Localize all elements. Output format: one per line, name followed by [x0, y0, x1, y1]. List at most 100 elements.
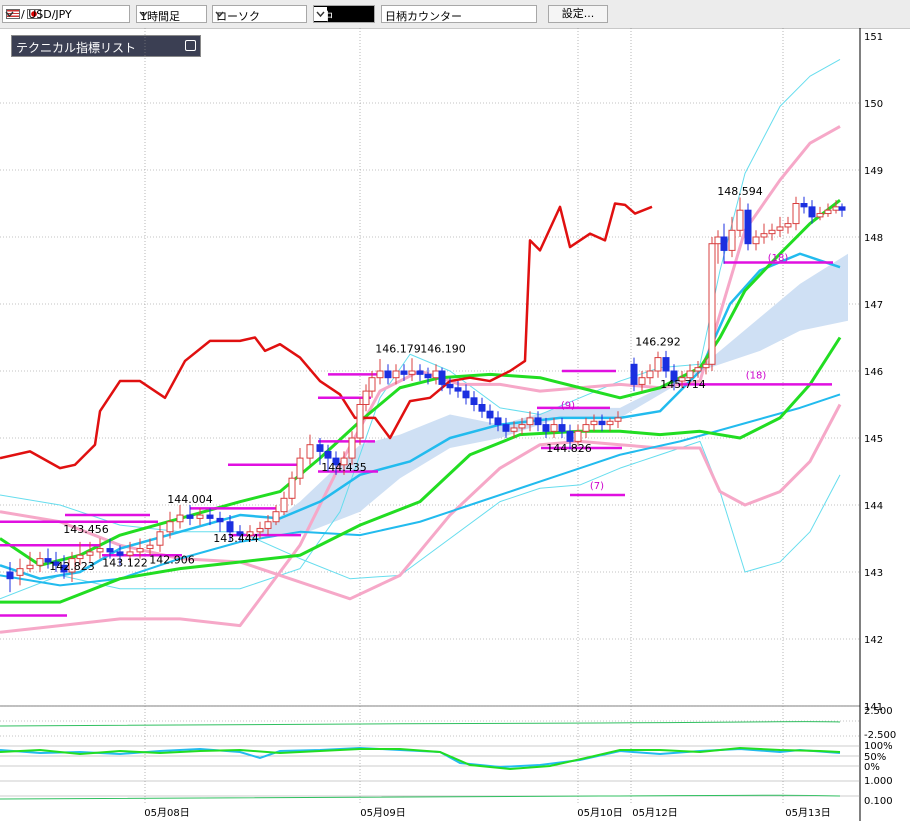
osc-axis-label: 0%: [864, 762, 880, 773]
price-label: 144.435: [321, 461, 367, 474]
x-tick-label: 05月13日: [785, 807, 830, 819]
candle-up: [306, 444, 314, 459]
candle-down: [446, 383, 454, 389]
price-chart[interactable]: 14114214314414514614714814915015105月08日 0…: [0, 0, 910, 821]
candle-up: [86, 551, 94, 556]
candle-up: [550, 424, 558, 432]
candle-down: [744, 209, 752, 245]
candle-up: [654, 357, 662, 372]
candle-up: [280, 497, 288, 513]
candle-down: [502, 424, 510, 432]
count-label: (7): [590, 481, 604, 492]
candle-down: [186, 514, 194, 519]
y-tick-label: 146: [864, 367, 883, 378]
price-label: 146.190: [420, 342, 466, 355]
candle-down: [598, 420, 606, 426]
candle-up: [288, 477, 296, 499]
candle-up: [832, 206, 840, 211]
candle-up: [590, 420, 598, 426]
candle-up: [96, 548, 104, 553]
candle-down: [494, 417, 502, 426]
price-label: 146.292: [635, 336, 681, 349]
y-tick-label: 148: [864, 233, 883, 244]
price-label: 144.004: [167, 493, 213, 506]
candle-up: [196, 514, 204, 519]
candle-down: [534, 417, 542, 426]
candle-down: [438, 370, 446, 385]
osc-axis-label: -2.500: [864, 730, 896, 741]
candle-up: [728, 229, 736, 251]
candle-up: [776, 226, 784, 231]
candle-up: [646, 370, 654, 379]
candle-down: [566, 430, 574, 442]
candle-down: [106, 548, 114, 553]
y-tick-label: 142: [864, 635, 883, 646]
candle-up: [432, 370, 440, 379]
count-label: (9): [561, 401, 575, 412]
candle-up: [126, 551, 134, 556]
osc-axis-label: 2.500: [864, 706, 893, 717]
candle-up: [368, 377, 376, 392]
price-label: 144.826: [546, 442, 592, 455]
candle-down: [316, 444, 324, 452]
x-tick-label: 05月09日: [360, 807, 405, 819]
candle-up: [272, 511, 280, 523]
osc-axis-label: 1.000: [864, 776, 893, 787]
candle-up: [264, 521, 272, 529]
price-label: 143.122: [102, 557, 148, 570]
ichimoku-cloud: [255, 253, 848, 536]
price-label: 143.456: [63, 523, 109, 536]
price-label: 142.906: [149, 553, 195, 566]
candle-down: [416, 370, 424, 375]
candle-up: [176, 514, 184, 523]
candle-up: [26, 564, 34, 570]
price-label: 142.823: [49, 560, 95, 573]
candle-up: [792, 203, 800, 225]
candle-up: [708, 243, 716, 365]
candle-up: [16, 568, 24, 576]
candle-up: [760, 233, 768, 238]
candle-down: [226, 521, 234, 533]
candle-up: [824, 209, 832, 215]
candle-up: [510, 427, 518, 432]
candle-down: [630, 363, 638, 385]
price-label: 143.444: [213, 532, 259, 545]
candle-down: [400, 370, 408, 375]
candle-up: [784, 223, 792, 228]
candle-down: [216, 517, 224, 523]
candle-up: [518, 424, 526, 429]
candle-up: [752, 236, 760, 245]
x-tick-label: 05月10日: [577, 807, 622, 819]
candle-down: [424, 373, 432, 379]
y-tick-label: 144: [864, 501, 883, 512]
candle-down: [478, 404, 486, 412]
candle-up: [392, 370, 400, 379]
candle-up: [36, 558, 44, 566]
candle-up: [574, 430, 582, 442]
x-tick-label: 05月12日: [632, 807, 677, 819]
candle-down: [662, 357, 670, 372]
y-tick-label: 150: [864, 99, 883, 110]
candle-down: [6, 571, 14, 580]
count-label: (18): [746, 370, 767, 381]
y-tick-label: 149: [864, 166, 883, 177]
candle-up: [582, 424, 590, 432]
candle-down: [454, 387, 462, 392]
price-label: 148.594: [717, 185, 763, 198]
x-tick-label: 05月08日: [144, 807, 189, 819]
candle-up: [638, 377, 646, 385]
candle-down: [542, 424, 550, 432]
candle-up: [816, 213, 824, 218]
candle-up: [296, 457, 304, 479]
candle-down: [800, 203, 808, 208]
candle-down: [470, 397, 478, 405]
candle-down: [324, 450, 332, 459]
count-label: (18): [768, 253, 789, 264]
candle-down: [486, 410, 494, 419]
candle-up: [362, 390, 370, 406]
candle-up: [606, 420, 614, 426]
candle-down: [720, 236, 728, 251]
osc-axis-label: 100%: [864, 741, 893, 752]
candle-up: [736, 209, 744, 231]
candle-up: [76, 554, 84, 560]
